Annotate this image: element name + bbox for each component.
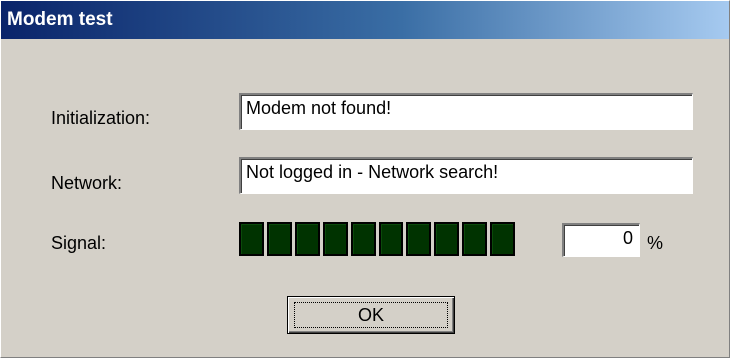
ok-button[interactable]: OK — [287, 296, 455, 334]
signal-percent-value: 0 — [622, 228, 633, 248]
signal-segment — [378, 222, 404, 256]
title-bar[interactable]: Modem test — [1, 1, 729, 39]
signal-segment — [434, 222, 460, 256]
signal-segment — [462, 222, 488, 256]
signal-segment — [350, 222, 376, 256]
signal-segment — [294, 222, 320, 256]
signal-strength-meter — [239, 222, 516, 256]
window-title: Modem test — [7, 9, 113, 30]
signal-percent-field: 0 — [562, 223, 640, 257]
network-value: Not logged in - Network search! — [246, 162, 499, 182]
signal-label: Signal: — [51, 233, 107, 253]
signal-segment — [322, 222, 348, 256]
ok-button-label: OK — [357, 305, 384, 325]
initialization-value: Modem not found! — [246, 98, 392, 118]
modem-test-dialog: Modem test Initialization: Modem not fou… — [0, 0, 730, 358]
initialization-label: Initialization: — [51, 108, 151, 128]
network-label: Network: — [51, 173, 123, 193]
signal-segment — [266, 222, 292, 256]
network-field: Not logged in - Network search! — [239, 157, 693, 194]
signal-segment — [490, 222, 516, 256]
signal-segment — [239, 222, 264, 256]
percent-sign: % — [647, 233, 664, 253]
signal-segment — [406, 222, 432, 256]
initialization-field: Modem not found! — [239, 93, 693, 130]
